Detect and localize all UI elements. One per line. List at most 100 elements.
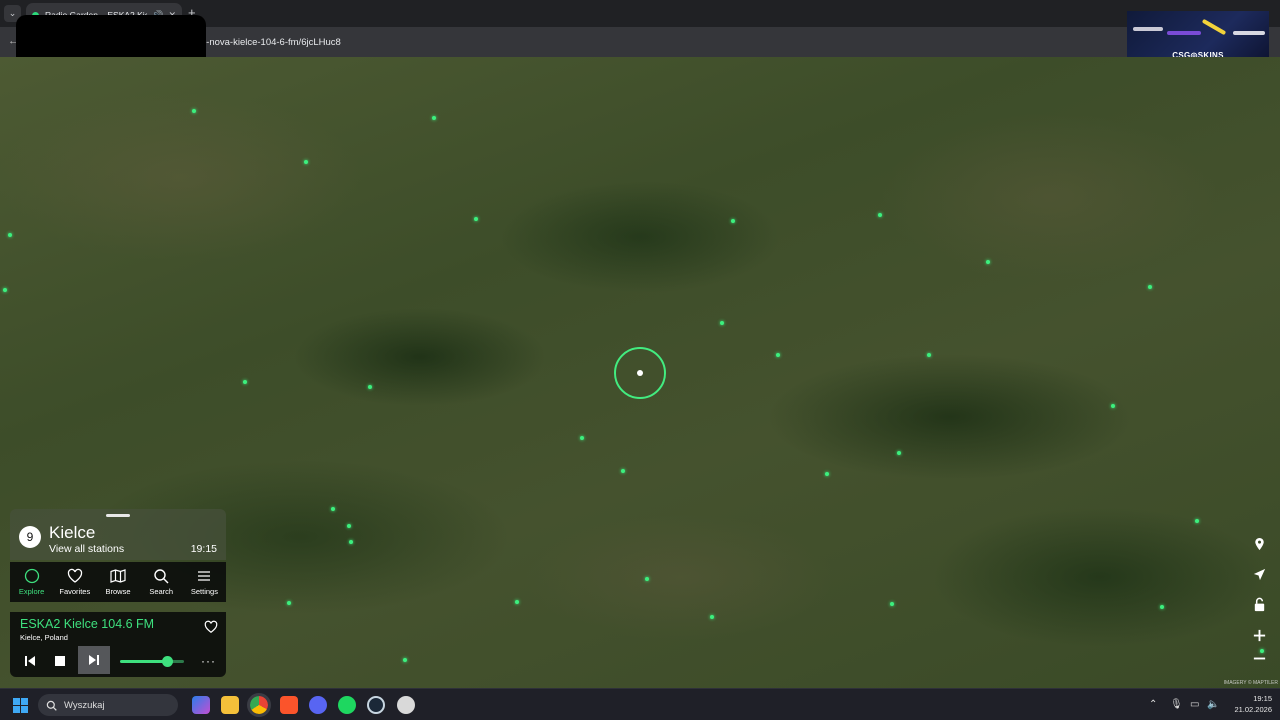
menu-icon (198, 571, 211, 581)
steam-icon[interactable] (367, 696, 385, 714)
clock-time: 19:15 (1253, 694, 1272, 703)
place-name: Kielce (49, 523, 96, 542)
pin-icon (1254, 537, 1264, 550)
volume-icon[interactable]: 🔈 (1207, 699, 1219, 710)
station-marker[interactable] (986, 260, 990, 264)
heart-icon (67, 568, 82, 583)
spotify-icon[interactable] (338, 696, 356, 714)
chrome-icon[interactable] (247, 693, 271, 717)
station-marker[interactable] (403, 658, 407, 662)
station-marker[interactable] (621, 469, 625, 473)
start-button[interactable] (13, 698, 28, 713)
station-marker[interactable] (515, 600, 519, 604)
microphone-icon[interactable]: 🎙 (1170, 699, 1183, 710)
station-marker[interactable] (1111, 404, 1115, 408)
previous-button[interactable] (19, 652, 41, 670)
skip-previous-icon (25, 656, 35, 666)
copilot-icon[interactable] (192, 696, 210, 714)
station-marker[interactable] (243, 380, 247, 384)
ad-banner[interactable]: CSG◎SKINS (1127, 11, 1269, 63)
tab-explore[interactable]: Explore (10, 562, 53, 602)
station-marker[interactable] (3, 288, 7, 292)
network-icon[interactable]: ▭ (1190, 699, 1199, 710)
station-marker[interactable] (776, 353, 780, 357)
volume-slider-fill (120, 660, 168, 663)
station-marker[interactable] (927, 353, 931, 357)
file-explorer-icon[interactable] (221, 696, 239, 714)
tab-label: Explore (18, 587, 45, 596)
local-time: 19:15 (190, 543, 217, 555)
view-all-stations-link[interactable]: View all stations (49, 543, 124, 555)
station-name[interactable]: ESKA2 Kielce 104.6 FM (20, 617, 154, 631)
station-marker[interactable] (897, 451, 901, 455)
station-marker[interactable] (1160, 605, 1164, 609)
pin-button[interactable] (1248, 533, 1270, 555)
navigation-arrow-icon (1253, 568, 1265, 580)
clock[interactable]: 19:15 21.02.2026 (1234, 693, 1272, 715)
map-icon (110, 569, 126, 583)
tab-settings[interactable]: Settings (183, 562, 226, 602)
station-marker[interactable] (192, 109, 196, 113)
heart-icon (204, 620, 218, 633)
station-marker[interactable] (349, 540, 353, 544)
station-marker[interactable] (474, 217, 478, 221)
station-marker[interactable] (8, 233, 12, 237)
discord-icon[interactable] (309, 696, 327, 714)
stop-icon (55, 656, 65, 666)
url-text[interactable]: r-nova-kielce-104-6-fm/6jcLHuc8 (203, 37, 341, 48)
map-attribution: IMAGERY © MAPTILER (1223, 680, 1278, 686)
station-location: Kielce, Poland (20, 633, 68, 642)
favorite-button[interactable] (204, 620, 218, 639)
station-marker[interactable] (287, 601, 291, 605)
station-marker[interactable] (347, 524, 351, 528)
station-marker[interactable] (720, 321, 724, 325)
chevron-up-icon[interactable]: ⌃ (1149, 699, 1157, 710)
app-icon[interactable] (397, 696, 415, 714)
skin-image (1201, 18, 1227, 36)
taskbar-search[interactable]: Wyszukaj (38, 694, 178, 716)
lock-button[interactable] (1248, 593, 1270, 615)
tab-browse[interactable]: Browse (96, 562, 139, 602)
station-marker[interactable] (331, 507, 335, 511)
place-header[interactable]: 9 Kielce View all stations 19:15 (10, 509, 226, 560)
more-options-button[interactable]: ··· (201, 654, 216, 668)
station-marker[interactable] (731, 219, 735, 223)
station-marker[interactable] (825, 472, 829, 476)
windows-taskbar: Wyszukaj ⌃ 🎙 ▭ 🔈 19:15 21.02.2026 (0, 688, 1280, 720)
tab-label: Browse (105, 587, 131, 596)
station-marker[interactable] (645, 577, 649, 581)
zoom-in-button[interactable] (1248, 624, 1270, 646)
station-marker[interactable] (304, 160, 308, 164)
station-marker[interactable] (878, 213, 882, 217)
zoom-out-button[interactable] (1248, 647, 1270, 669)
station-marker[interactable] (1195, 519, 1199, 523)
station-marker[interactable] (432, 116, 436, 120)
brave-icon[interactable] (280, 696, 298, 714)
volume-slider-knob[interactable] (162, 656, 173, 667)
tab-label: Settings (190, 587, 218, 596)
skin-image (1233, 31, 1265, 35)
drag-handle[interactable] (106, 514, 130, 517)
selected-station-marker[interactable] (637, 370, 643, 376)
plus-icon (1253, 629, 1265, 641)
skip-next-icon (89, 655, 99, 665)
station-marker[interactable] (890, 602, 894, 606)
skin-image (1133, 27, 1163, 31)
station-marker[interactable] (368, 385, 372, 389)
station-marker[interactable] (710, 615, 714, 619)
skin-image (1167, 31, 1201, 35)
tab-label: Search (149, 587, 174, 596)
tab-favorites[interactable]: Favorites (53, 562, 96, 602)
player-bar: ESKA2 Kielce 104.6 FM Kielce, Poland ··· (10, 612, 226, 677)
station-marker[interactable] (1148, 285, 1152, 289)
search-icon (46, 700, 57, 711)
stop-button[interactable] (49, 652, 71, 670)
minus-icon (1253, 657, 1265, 659)
station-marker[interactable] (580, 436, 584, 440)
radio-panel: 9 Kielce View all stations 19:15 Explore… (10, 509, 226, 677)
explore-icon (24, 568, 39, 584)
next-button[interactable] (78, 646, 110, 674)
tab-search[interactable]: Search (140, 562, 183, 602)
locate-button[interactable] (1248, 563, 1270, 585)
search-placeholder: Wyszukaj (64, 699, 105, 711)
